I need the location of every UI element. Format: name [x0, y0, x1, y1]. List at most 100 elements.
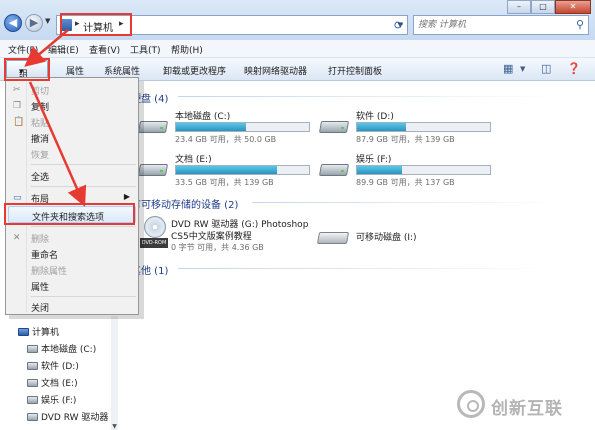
menu-label: 重命名 — [31, 251, 59, 261]
menu-label: 文件夹和搜索选项 — [32, 213, 105, 223]
view-dropdown-icon[interactable]: ▼ — [520, 65, 525, 73]
group-removable[interactable]: 有可移动存储的设备 (2) — [131, 196, 238, 211]
address-box[interactable]: ▸ 计算机 ▸ ▼ — [56, 15, 408, 35]
dvd-space-info: 0 字节 可用，共 4.36 GB — [171, 243, 264, 252]
tree-scrollbar[interactable]: ▼ — [111, 316, 118, 430]
submenu-arrow-icon: ▶ — [123, 192, 130, 201]
tree-item-d[interactable]: 软件 (D:) — [27, 359, 79, 372]
usage-bar — [175, 165, 310, 175]
menu-label: 剪切 — [31, 87, 50, 97]
computer-icon — [60, 19, 72, 31]
hard-drive-icon — [27, 345, 38, 353]
address-bar-area: ◀ ▶ ▼ ▸ 计算机 ▸ ▼ ⟳ ⚲ – □ ✕ — [0, 0, 595, 40]
menu-file[interactable]: 文件(F) — [8, 43, 38, 56]
hard-drive-icon — [318, 117, 350, 135]
breadcrumb-computer[interactable]: 计算机 — [83, 19, 113, 34]
forward-button[interactable]: ▶ — [25, 14, 43, 32]
maximize-button[interactable]: □ — [531, 0, 555, 14]
arrow-left-icon: ◀ — [8, 16, 18, 29]
menu-label: 全选 — [31, 173, 50, 183]
menu-label: 布局 — [31, 195, 50, 205]
search-input[interactable] — [418, 18, 568, 32]
tree-item-c[interactable]: 本地磁盘 (C:) — [27, 342, 96, 355]
menu-label: 删除属性 — [31, 267, 68, 277]
toolbar-control-panel[interactable]: 打开控制面板 — [328, 64, 382, 77]
search-box[interactable]: ⚲ — [413, 15, 589, 35]
dvd-icon-label: DVD-ROM — [140, 238, 168, 248]
menu-label: 属性 — [31, 283, 50, 293]
toolbar-system-properties[interactable]: 系统属性 — [104, 64, 140, 77]
chevron-down-icon: ▾ — [19, 67, 24, 77]
drive-c[interactable]: 本地磁盘 (C:) 23.4 GB 可用，共 50.0 GB — [137, 109, 310, 147]
menu-separator — [31, 164, 136, 165]
menu-item-delete[interactable]: ✕ 删除 — [8, 229, 136, 246]
copy-icon: ❐ — [13, 101, 22, 111]
close-button[interactable]: ✕ — [555, 0, 591, 14]
menu-item-cut[interactable]: ✂ 剪切 — [8, 81, 136, 98]
menu-label: 撤消 — [31, 135, 50, 145]
toolbar-properties[interactable]: 属性 — [66, 64, 84, 77]
toolbar-map-drive[interactable]: 映射网络驱动器 — [244, 64, 307, 77]
delete-icon: ✕ — [13, 233, 21, 243]
menu-bar: 文件(F) 编辑(E) 查看(V) 工具(T) 帮助(H) — [0, 40, 595, 58]
drive-space-info: 23.4 GB 可用，共 50.0 GB — [175, 135, 277, 144]
usage-bar — [175, 122, 310, 132]
tree-item-e[interactable]: 文档 (E:) — [27, 376, 78, 389]
minimize-button[interactable]: – — [507, 0, 531, 14]
usage-bar-fill — [357, 166, 403, 174]
menu-item-layout[interactable]: ▭ 布局 ▶ — [8, 189, 136, 206]
menu-item-undo[interactable]: 撤消 — [8, 129, 136, 146]
toolbar-uninstall[interactable]: 卸载或更改程序 — [163, 64, 226, 77]
tree-label: 娱乐 (F:) — [41, 396, 77, 406]
logo-icon — [457, 390, 485, 418]
hard-drive-icon — [27, 362, 38, 370]
menu-view[interactable]: 查看(V) — [89, 43, 120, 56]
drive-d[interactable]: 软件 (D:) 87.9 GB 可用，共 139 GB — [318, 109, 491, 147]
back-button[interactable]: ◀ — [4, 14, 22, 32]
menu-item-properties[interactable]: 属性 — [8, 277, 136, 294]
breadcrumb-chevron-icon[interactable]: ▸ — [119, 19, 124, 29]
menu-edit[interactable]: 编辑(E) — [48, 43, 79, 56]
window-controls: – □ ✕ — [507, 0, 591, 14]
organize-button[interactable]: 组织 ▾ — [6, 60, 48, 93]
usage-bar — [356, 165, 491, 175]
help-icon[interactable]: ❓ — [567, 62, 581, 75]
tree-item-f[interactable]: 娱乐 (F:) — [27, 393, 76, 406]
menu-item-folder-options[interactable]: 文件夹和搜索选项 — [8, 206, 136, 223]
menu-item-paste[interactable]: 📋 粘贴 — [8, 113, 136, 130]
menu-separator — [31, 296, 136, 297]
breadcrumb-chevron-icon[interactable]: ▸ — [75, 19, 80, 29]
view-options-icon[interactable]: ▦ — [503, 62, 513, 75]
menu-item-copy[interactable]: ❐ 复制 — [8, 97, 136, 114]
menu-tools[interactable]: 工具(T) — [130, 43, 161, 56]
dvd-drive-icon: DVD-ROM — [140, 216, 168, 250]
watermark-logo: 创新互联 — [457, 388, 577, 422]
tree-item-g[interactable]: DVD RW 驱动器 — [27, 410, 108, 423]
menu-help[interactable]: 帮助(H) — [171, 43, 203, 56]
menu-item-redo[interactable]: 恢复 — [8, 145, 136, 162]
menu-item-select-all[interactable]: 全选 — [8, 167, 136, 184]
tree-item-computer[interactable]: 计算机 — [18, 325, 59, 338]
refresh-icon[interactable]: ⟳ — [394, 19, 403, 32]
tree-label: 软件 (D:) — [41, 362, 79, 372]
menu-label: 复制 — [31, 103, 50, 113]
menu-item-remove-properties[interactable]: 删除属性 — [8, 261, 136, 278]
drive-name: 文档 (E:) — [175, 155, 212, 165]
menu-separator — [31, 226, 136, 227]
dvd-name-line2: CS5中文版案例教程 — [171, 232, 252, 242]
tree-label: 计算机 — [32, 328, 60, 338]
layout-icon: ▭ — [13, 193, 22, 203]
recent-pages-dropdown-icon[interactable]: ▼ — [45, 17, 50, 25]
group-divider — [178, 268, 558, 269]
drive-name: 娱乐 (F:) — [356, 155, 392, 165]
navigation-tree: 计算机 本地磁盘 (C:) 软件 (D:) 文档 (E:) 娱乐 (F:) DV… — [0, 316, 118, 430]
scroll-down-icon[interactable]: ▼ — [111, 423, 118, 430]
menu-label: 关闭 — [31, 304, 50, 314]
menu-item-rename[interactable]: 重命名 — [8, 245, 136, 262]
drive-f[interactable]: 娱乐 (F:) 89.9 GB 可用，共 137 GB — [318, 152, 491, 190]
menu-item-close[interactable]: 关闭 — [8, 298, 136, 315]
drive-e[interactable]: 文档 (E:) 33.5 GB 可用，共 139 GB — [137, 152, 310, 190]
search-icon[interactable]: ⚲ — [576, 18, 584, 31]
preview-pane-icon[interactable]: ◫ — [541, 62, 551, 75]
organize-menu: ✂ 剪切 ❐ 复制 📋 粘贴 撤消 恢复 全选 ▭ 布局 ▶ 文件夹和搜索选项 ✕ 删除 重… — [5, 77, 139, 315]
